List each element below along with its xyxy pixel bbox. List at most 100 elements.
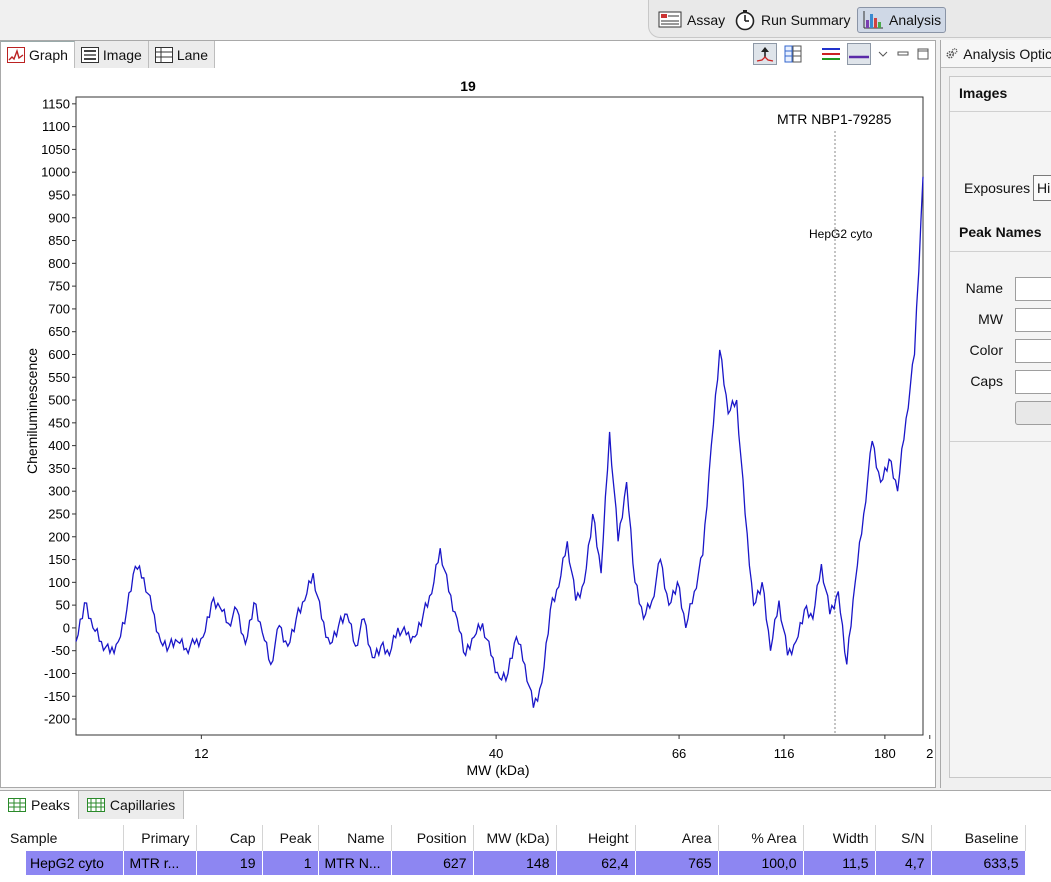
section-divider xyxy=(950,441,1051,442)
run-summary-perspective-button[interactable]: Run Summary xyxy=(730,7,854,33)
cell-width[interactable]: 11,5 xyxy=(803,851,876,875)
cell-name[interactable]: MTR N... xyxy=(318,851,392,875)
peaks-table-header: Sample Primary Cap Peak Name Position MW… xyxy=(4,825,1026,851)
cell-primary[interactable]: MTR r... xyxy=(123,851,197,875)
x-axis: 12 40 66 116 180 2 xyxy=(194,735,933,761)
y-tick-label: 400 xyxy=(48,438,70,453)
y-axis: 1150110010501000950900850800750700650600… xyxy=(41,96,76,727)
table-row[interactable]: HepG2 cyto MTR r... 19 1 MTR N... 627 14… xyxy=(4,851,1026,875)
column-header-peak[interactable]: Peak xyxy=(262,825,319,851)
peaks-view: Peaks Capillaries Sample Primary Cap Pea xyxy=(0,790,1051,882)
column-header-primary[interactable]: Primary xyxy=(123,825,197,851)
analysis-options-panel: Analysis Optic Images Exposures Hi Peak … xyxy=(940,40,1051,788)
x-tick-label: 12 xyxy=(194,746,208,761)
view-menu-button[interactable] xyxy=(875,43,891,65)
column-header-position[interactable]: Position xyxy=(391,825,474,851)
cell-cap[interactable]: 19 xyxy=(196,851,263,875)
cell-baseline[interactable]: 633,5 xyxy=(931,851,1026,875)
y-tick-label: 700 xyxy=(48,301,70,316)
column-header-name[interactable]: Name xyxy=(318,825,392,851)
cell-sn[interactable]: 4,7 xyxy=(875,851,932,875)
graph-toolbar xyxy=(753,43,931,65)
cell-area[interactable]: 765 xyxy=(635,851,719,875)
peaks-table: Sample Primary Cap Peak Name Position MW… xyxy=(4,825,1026,875)
column-header-area[interactable]: Area xyxy=(635,825,719,851)
y-tick-label: 350 xyxy=(48,461,70,476)
x-tick-label: 116 xyxy=(774,746,795,761)
chevron-down-icon xyxy=(878,51,888,57)
y-tick-label: 300 xyxy=(48,484,70,499)
column-header-sample[interactable]: Sample xyxy=(4,825,124,851)
peak-marker-toggle-button[interactable] xyxy=(753,43,777,65)
gear-icon xyxy=(946,47,958,58)
x-tick-label: 2 xyxy=(926,746,933,761)
mw-field[interactable] xyxy=(1015,308,1051,332)
cell-height[interactable]: 62,4 xyxy=(556,851,636,875)
sample-marker-label: HepG2 cyto xyxy=(809,227,873,241)
tab-lane[interactable]: Lane xyxy=(148,41,215,68)
y-tick-label: 550 xyxy=(48,370,70,385)
cell-percent-area[interactable]: 100,0 xyxy=(718,851,804,875)
overlay-lanes-button[interactable] xyxy=(819,43,843,65)
y-tick-label: 1150 xyxy=(42,96,70,111)
image-icon xyxy=(80,46,99,63)
x-tick-label: 40 xyxy=(489,746,503,761)
assay-perspective-button[interactable]: Assay xyxy=(654,7,729,33)
analysis-options-content: Images Exposures Hi Peak Names Name MW C… xyxy=(949,76,1051,778)
column-header-width[interactable]: Width xyxy=(803,825,876,851)
add-peak-name-button[interactable] xyxy=(1015,401,1051,425)
peak-names-section-title: Peak Names xyxy=(959,224,1042,240)
color-field[interactable] xyxy=(1015,339,1051,363)
tab-peaks[interactable]: Peaks xyxy=(0,791,79,819)
y-tick-label: 1050 xyxy=(41,142,70,157)
tab-capillaries[interactable]: Capillaries xyxy=(78,791,185,819)
peak-caps-row: Caps xyxy=(950,370,1051,394)
run-summary-label: Run Summary xyxy=(761,12,851,28)
plot-area xyxy=(75,96,924,736)
tab-image[interactable]: Image xyxy=(74,41,149,68)
single-lane-button[interactable] xyxy=(847,43,871,65)
y-tick-label: -150 xyxy=(44,689,70,704)
images-section-title: Images xyxy=(959,85,1008,101)
graph-view: Graph Image Lane 19 1150 1100 1050 1000 … xyxy=(0,40,936,788)
caps-field[interactable] xyxy=(1015,370,1051,394)
peaks-table-icon xyxy=(8,798,26,812)
analysis-icon xyxy=(863,11,883,29)
peak-arrow-icon xyxy=(756,47,774,62)
y-tick-label: 650 xyxy=(48,324,70,339)
exposures-select[interactable]: Hi xyxy=(1033,175,1051,201)
chemiluminescence-chart: 19 1150110010501000950900850800750700650… xyxy=(24,78,933,778)
column-header-percent-area[interactable]: % Area xyxy=(718,825,804,851)
y-tick-label: 850 xyxy=(48,233,70,248)
tab-analysis-options[interactable]: Analysis Optic xyxy=(941,40,1051,68)
cell-sample[interactable]: HepG2 cyto xyxy=(4,851,124,875)
column-header-height[interactable]: Height xyxy=(556,825,636,851)
graph-icon xyxy=(7,47,25,63)
section-divider xyxy=(950,111,1051,112)
analysis-perspective-button[interactable]: Analysis xyxy=(857,7,947,33)
cell-position[interactable]: 627 xyxy=(391,851,474,875)
x-tick-label: 66 xyxy=(672,746,686,761)
maximize-button[interactable] xyxy=(915,43,931,65)
perspective-bar: Assay Run Summary Analysis xyxy=(0,0,1051,40)
exposures-label: Exposures xyxy=(964,180,1031,196)
color-field-label: Color xyxy=(969,342,1003,358)
peaks-view-tabs: Peaks Capillaries xyxy=(0,791,185,819)
tab-graph[interactable]: Graph xyxy=(1,41,75,68)
cell-peak[interactable]: 1 xyxy=(262,851,319,875)
minimize-button[interactable] xyxy=(895,43,911,65)
column-header-cap[interactable]: Cap xyxy=(196,825,263,851)
data-table-toggle-button[interactable] xyxy=(781,43,805,65)
column-header-mw[interactable]: MW (kDa) xyxy=(473,825,557,851)
cell-sample-text: HepG2 cyto xyxy=(26,851,122,875)
section-divider xyxy=(950,251,1051,252)
y-tick-label: 600 xyxy=(48,347,70,362)
y-tick-label: 0 xyxy=(63,620,70,635)
y-tick-label: -50 xyxy=(51,643,70,658)
cell-mw[interactable]: 148 xyxy=(473,851,557,875)
name-field[interactable] xyxy=(1015,277,1051,301)
y-tick-label: 450 xyxy=(48,415,70,430)
peak-name-row: Name xyxy=(950,277,1051,301)
column-header-sn[interactable]: S/N xyxy=(875,825,932,851)
column-header-baseline[interactable]: Baseline xyxy=(931,825,1026,851)
